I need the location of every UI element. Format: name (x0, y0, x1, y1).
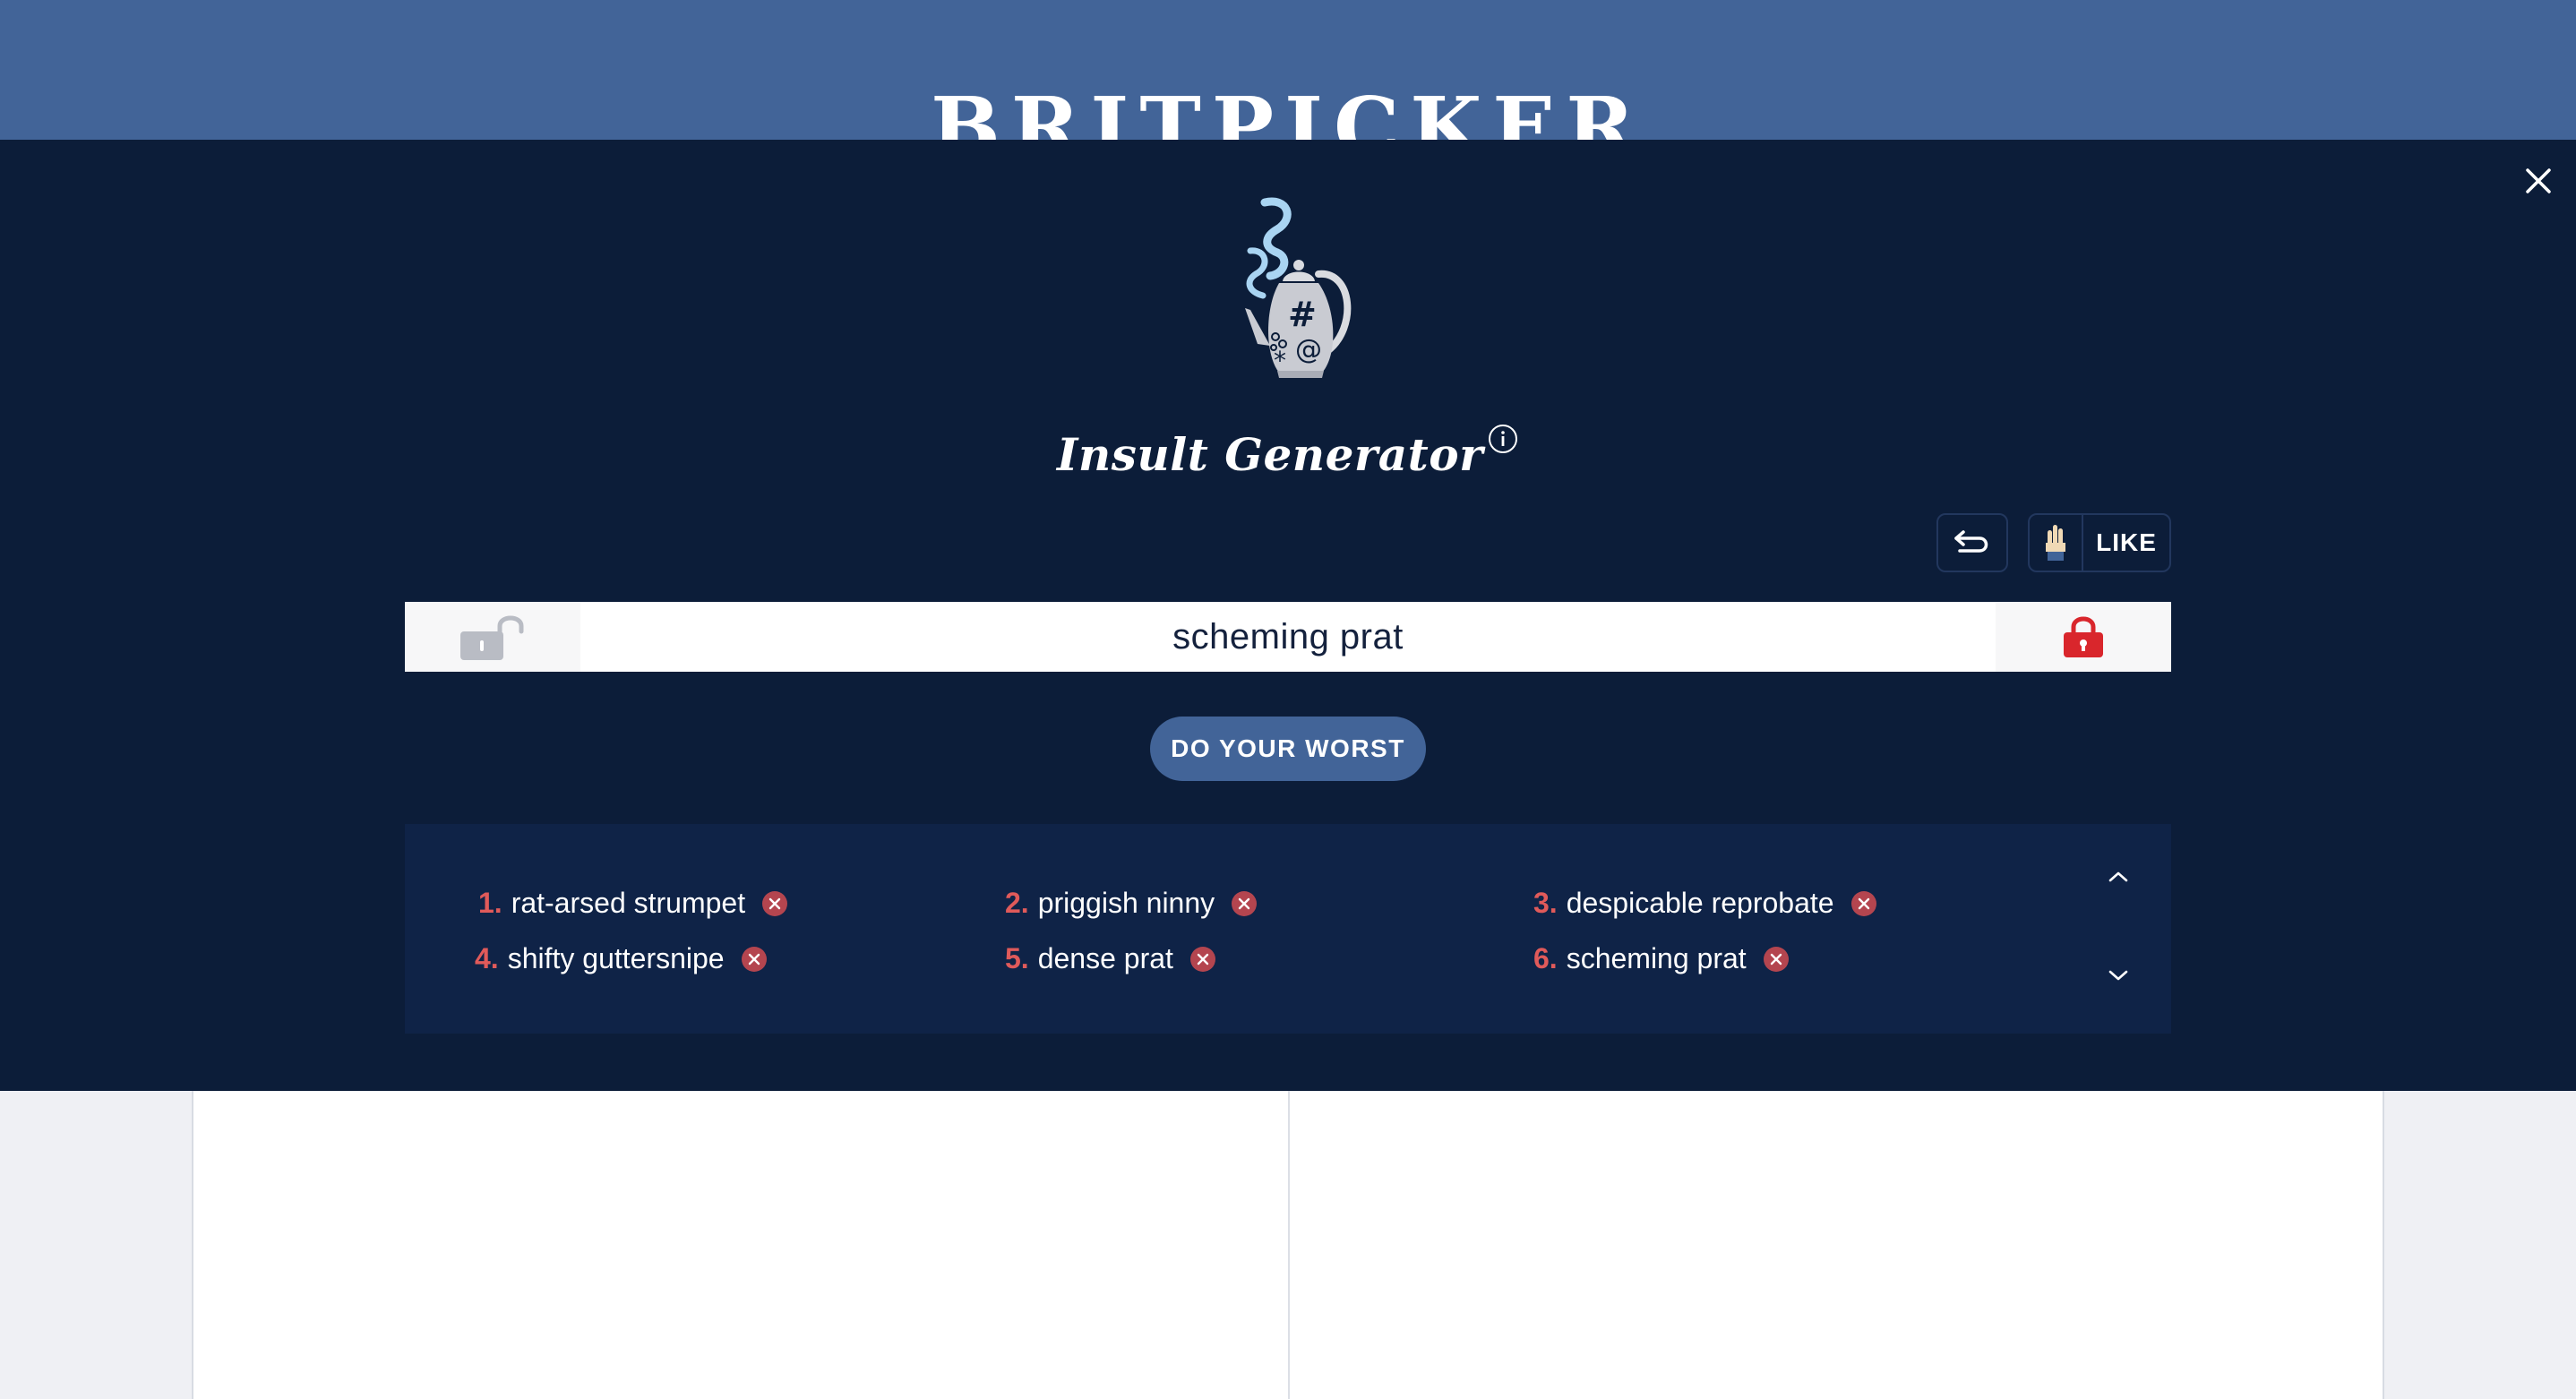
like-label: LIKE (2096, 528, 2157, 556)
info-icon[interactable] (1487, 423, 1519, 455)
teapot-logo: # @ * (1245, 197, 1352, 378)
history-item-number: 1. (478, 887, 502, 919)
svg-text:@: @ (1295, 334, 1322, 365)
history-item-text[interactable]: rat-arsed strumpet (511, 887, 745, 920)
history-item: 3. despicable reprobate (1533, 887, 1877, 920)
remove-x-icon (1232, 890, 1258, 916)
history-item-number: 3. (1533, 887, 1558, 919)
history-item-text[interactable]: shifty guttersnipe (508, 942, 725, 975)
history-item: 1. rat-arsed strumpet (478, 887, 788, 920)
locked-padlock-icon (2064, 616, 2103, 657)
remove-history-button[interactable] (1189, 946, 1216, 973)
right-word-lock-button[interactable] (1996, 602, 2171, 672)
svg-text:#: # (1288, 295, 1317, 334)
undo-button[interactable] (1936, 513, 2008, 572)
history-item-number: 4. (475, 942, 499, 974)
remove-x-icon (1189, 946, 1215, 972)
left-word-lock-button[interactable] (405, 602, 580, 672)
remove-history-button[interactable] (741, 946, 768, 973)
unlocked-padlock-icon (460, 615, 524, 660)
remove-history-button[interactable] (1231, 890, 1258, 917)
history-item: 2. priggish ninny (1005, 887, 1258, 920)
content-card (192, 1091, 2384, 1399)
insult-history-panel: 1. rat-arsed strumpet 2. priggish ninny … (405, 824, 2171, 1034)
site-logo[interactable]: BRITPICKER (0, 86, 2576, 143)
remove-x-icon (1763, 946, 1789, 972)
close-icon (2526, 168, 2551, 193)
history-item: 4. shifty guttersnipe (475, 942, 768, 975)
history-item-text[interactable]: scheming prat (1567, 942, 1747, 975)
history-item-number: 2. (1005, 887, 1029, 919)
history-item-text[interactable]: priggish ninny (1038, 887, 1215, 920)
card-divider (1288, 1091, 1290, 1399)
insult-display-bar: scheming prat (405, 602, 2171, 672)
history-item: 6. scheming prat (1533, 942, 1790, 975)
do-your-worst-button[interactable]: DO YOUR WORST (1150, 717, 1426, 781)
like-button[interactable]: LIKE (2028, 513, 2171, 572)
remove-x-icon (1850, 890, 1876, 916)
remove-history-button[interactable] (1850, 890, 1877, 917)
current-insult: scheming prat (1172, 617, 1404, 657)
remove-history-button[interactable] (1763, 946, 1790, 973)
history-item: 5. dense prat (1005, 942, 1216, 975)
history-item-text[interactable]: despicable reprobate (1567, 887, 1834, 920)
remove-x-icon (741, 946, 767, 972)
close-button[interactable] (2522, 165, 2555, 197)
remove-history-button[interactable] (761, 890, 788, 917)
site-header: BRITPICKER (0, 0, 2576, 143)
remove-x-icon (762, 890, 788, 916)
chevron-up-icon[interactable] (2107, 869, 2130, 885)
hand-icon (2046, 525, 2065, 561)
modal-title-row: Insult Generator (0, 425, 2576, 481)
history-item-number: 6. (1533, 942, 1558, 974)
chevron-down-icon[interactable] (2107, 967, 2130, 983)
history-item-number: 5. (1005, 942, 1029, 974)
undo-icon (1954, 530, 1988, 553)
modal-title: Insult Generator (1057, 428, 1483, 481)
history-item-text[interactable]: dense prat (1038, 942, 1173, 975)
like-hand-area (2030, 515, 2083, 571)
